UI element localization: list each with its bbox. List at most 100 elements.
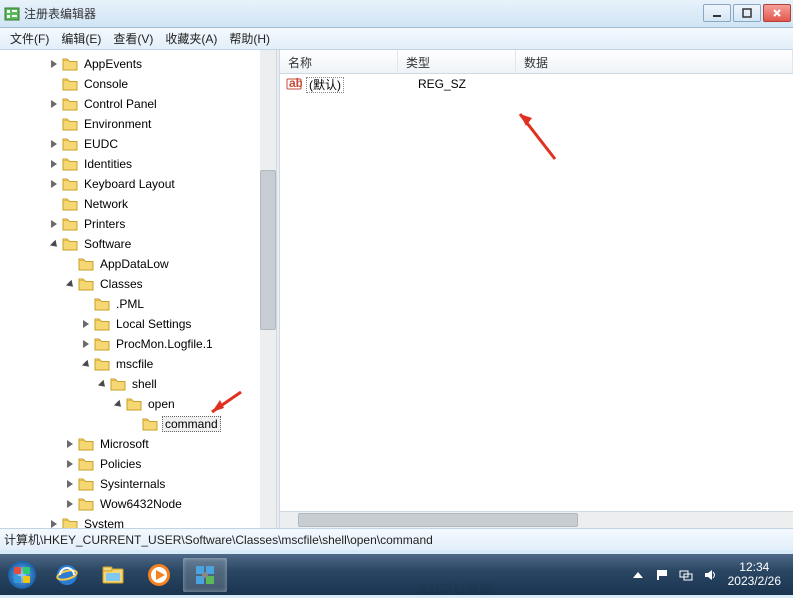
tree-node-policies[interactable]: Policies	[0, 454, 276, 474]
expander-icon[interactable]	[48, 178, 60, 190]
expander-icon[interactable]	[48, 158, 60, 170]
maximize-button[interactable]	[733, 4, 761, 22]
status-path: 计算机\HKEY_CURRENT_USER\Software\Classes\m…	[4, 531, 433, 548]
taskbar-explorer[interactable]	[91, 558, 135, 592]
tree-node-eudc[interactable]: EUDC	[0, 134, 276, 154]
start-button[interactable]	[0, 554, 44, 595]
expander-icon[interactable]	[64, 478, 76, 490]
column-data[interactable]: 数据	[516, 50, 793, 73]
expander-icon[interactable]	[80, 338, 92, 350]
taskbar-ie[interactable]	[45, 558, 89, 592]
title-bar: 注册表编辑器	[0, 0, 793, 28]
tray-clock[interactable]: 12:34 2023/2/26	[728, 561, 781, 587]
expander-icon[interactable]	[48, 58, 60, 70]
menu-help[interactable]: 帮助(H)	[223, 28, 276, 49]
folder-icon	[62, 117, 78, 131]
tree-node-environment[interactable]: Environment	[0, 114, 276, 134]
expander-icon[interactable]	[48, 238, 60, 250]
tree-node-label: shell	[130, 377, 159, 391]
folder-icon	[78, 457, 94, 471]
folder-icon	[62, 157, 78, 171]
tree-node-shell[interactable]: shell	[0, 374, 276, 394]
tree-pane[interactable]: AppEventsConsoleControl Panel Environment…	[0, 50, 276, 528]
tree-node-appevents[interactable]: AppEvents	[0, 54, 276, 74]
svg-text:ab: ab	[289, 76, 302, 90]
tree-node-label: open	[146, 397, 177, 411]
tray-network-icon[interactable]	[677, 566, 695, 584]
tree-node-sysinternals[interactable]: Sysinternals	[0, 474, 276, 494]
tree-node-label: Local Settings	[114, 317, 193, 331]
expander-icon[interactable]	[80, 318, 92, 330]
tree-node-label: Identities	[82, 157, 134, 171]
list-h-scrollbar[interactable]	[280, 511, 793, 528]
value-name: (默认)	[306, 76, 416, 93]
folder-icon	[62, 177, 78, 191]
tree-node-local-settings[interactable]: Local Settings	[0, 314, 276, 334]
menu-view[interactable]: 查看(V)	[107, 28, 159, 49]
folder-icon	[94, 297, 110, 311]
tree-node-console[interactable]: Console	[0, 74, 276, 94]
list-h-thumb[interactable]	[298, 513, 578, 527]
clock-date: 2023/2/26	[728, 575, 781, 588]
tree-node-identities[interactable]: Identities	[0, 154, 276, 174]
tree-node-software[interactable]: Software	[0, 234, 276, 254]
expander-icon[interactable]	[96, 378, 108, 390]
expander-icon	[64, 258, 76, 270]
tree-node-label: Network	[82, 197, 130, 211]
expander-icon[interactable]	[80, 358, 92, 370]
list-body[interactable]: ab (默认) REG_SZ	[280, 74, 793, 511]
folder-icon	[62, 197, 78, 211]
column-type[interactable]: 类型	[398, 50, 516, 73]
tree-node-printers[interactable]: Printers	[0, 214, 276, 234]
expander-icon[interactable]	[64, 458, 76, 470]
expander-icon[interactable]	[112, 398, 124, 410]
tree-node-microsoft[interactable]: Microsoft	[0, 434, 276, 454]
tree-node-command[interactable]: command	[0, 414, 276, 434]
minimize-button[interactable]	[703, 4, 731, 22]
menu-edit[interactable]: 编辑(E)	[55, 28, 107, 49]
tree-node-label: Sysinternals	[98, 477, 167, 491]
system-tray: 12:34 2023/2/26	[626, 554, 793, 595]
tree-node-network[interactable]: Network	[0, 194, 276, 214]
tree-node-label: Microsoft	[98, 437, 151, 451]
taskbar-regedit[interactable]	[183, 558, 227, 592]
tree-node-procmon-logfile-1[interactable]: ProcMon.Logfile.1	[0, 334, 276, 354]
tray-volume-icon[interactable]	[701, 566, 719, 584]
tree-scroll-thumb[interactable]	[260, 170, 276, 330]
expander-icon	[128, 418, 140, 430]
list-row-default[interactable]: ab (默认) REG_SZ	[280, 74, 793, 94]
taskbar-media-player[interactable]	[137, 558, 181, 592]
list-header: 名称 类型 数据	[280, 50, 793, 74]
tree-scrollbar[interactable]	[260, 50, 276, 528]
menu-favorites[interactable]: 收藏夹(A)	[159, 28, 223, 49]
tray-chevron-icon[interactable]	[629, 566, 647, 584]
expander-icon[interactable]	[64, 438, 76, 450]
expander-icon	[80, 298, 92, 310]
column-name[interactable]: 名称	[280, 50, 398, 73]
tree-node-wow6432node[interactable]: Wow6432Node	[0, 494, 276, 514]
expander-icon[interactable]	[48, 138, 60, 150]
tray-flag-icon[interactable]	[653, 566, 671, 584]
expander-icon	[48, 118, 60, 130]
tree-node-classes[interactable]: Classes	[0, 274, 276, 294]
tree-node-label: Software	[82, 237, 133, 251]
tree-node--pml[interactable]: .PML	[0, 294, 276, 314]
tree-node-keyboard-layout[interactable]: Keyboard Layout	[0, 174, 276, 194]
tree-node-system[interactable]: System	[0, 514, 276, 528]
expander-icon[interactable]	[48, 218, 60, 230]
expander-icon[interactable]	[64, 278, 76, 290]
string-value-icon: ab	[286, 76, 302, 92]
tree-node-control-panel[interactable]: Control Panel	[0, 94, 276, 114]
tree-node-appdatalow[interactable]: AppDataLow	[0, 254, 276, 274]
expander-icon[interactable]	[64, 498, 76, 510]
expander-icon[interactable]	[48, 518, 60, 528]
status-bar: 计算机\HKEY_CURRENT_USER\Software\Classes\m…	[0, 528, 793, 550]
tree-node-label: Environment	[82, 117, 153, 131]
folder-icon	[94, 357, 110, 371]
folder-icon	[78, 497, 94, 511]
close-button[interactable]	[763, 4, 791, 22]
menu-file[interactable]: 文件(F)	[4, 28, 55, 49]
tree-node-open[interactable]: open	[0, 394, 276, 414]
expander-icon[interactable]	[48, 98, 60, 110]
tree-node-mscfile[interactable]: mscfile	[0, 354, 276, 374]
